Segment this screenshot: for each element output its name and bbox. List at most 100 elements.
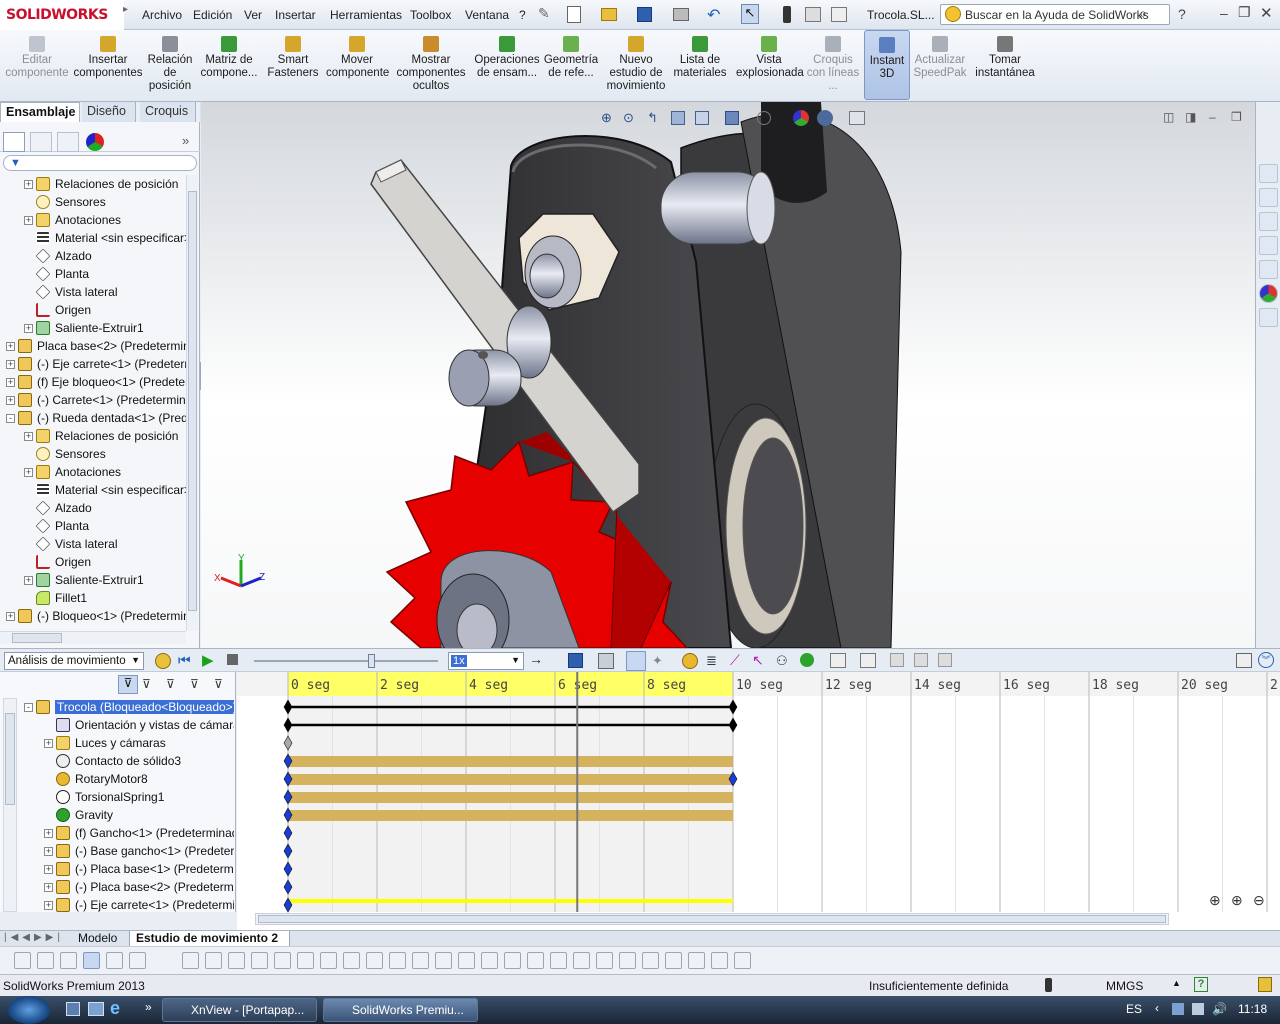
pin-icon[interactable]: ✎ bbox=[538, 5, 556, 23]
taskbar-app-1[interactable]: SolidWorks Premiu... bbox=[323, 998, 478, 1022]
expand-icon[interactable]: + bbox=[24, 215, 33, 225]
tray-network-icon[interactable] bbox=[1172, 1003, 1184, 1015]
expand-icon[interactable]: + bbox=[24, 431, 33, 441]
motion-tree-item[interactable]: Contacto de sólido3 bbox=[20, 752, 234, 770]
collapse-chevron-icon[interactable]: ︾ bbox=[1258, 652, 1274, 668]
filter-faces-icon[interactable] bbox=[37, 952, 54, 969]
scrollbar-thumb[interactable] bbox=[5, 713, 15, 805]
autokey-icon[interactable] bbox=[626, 651, 646, 671]
apply-scene-icon[interactable] bbox=[817, 110, 833, 126]
configuration-manager-tab-icon[interactable] bbox=[57, 132, 79, 152]
appearances-icon[interactable] bbox=[1259, 284, 1278, 303]
design-library-icon[interactable] bbox=[1259, 212, 1278, 231]
menu-item-1[interactable]: Edición bbox=[193, 8, 232, 22]
stretch-icon[interactable] bbox=[458, 952, 475, 969]
open-folder-icon[interactable] bbox=[601, 8, 617, 21]
filter-selected-icon[interactable]: ⊽ bbox=[166, 677, 175, 691]
feature-tree-item[interactable]: + (-) Eje carrete<1> (Predeterminado) bbox=[0, 355, 186, 373]
start-button-icon[interactable] bbox=[8, 996, 50, 1024]
new-document-icon[interactable] bbox=[567, 6, 581, 23]
scrollbar-thumb[interactable] bbox=[188, 191, 197, 611]
line-icon[interactable] bbox=[182, 952, 199, 969]
gravity-tool-icon[interactable] bbox=[800, 653, 814, 667]
feature-tree-item[interactable]: + Placa base<2> (Predeterminado) bbox=[0, 337, 186, 355]
zoom-to-fit-icon[interactable]: ⊕ bbox=[601, 110, 612, 126]
feature-tree-item[interactable]: + (-) Bloqueo<1> (Predeterminado) bbox=[0, 607, 186, 625]
file-explorer-icon[interactable] bbox=[1259, 236, 1278, 255]
minimize-window-icon[interactable]: – bbox=[1220, 5, 1228, 21]
search-icon[interactable]: ⌕ bbox=[1139, 5, 1147, 22]
damper-tool-icon[interactable]: ⟋ bbox=[730, 652, 740, 669]
show-desktop-icon[interactable] bbox=[66, 1002, 80, 1016]
tab-1[interactable]: Diseño bbox=[82, 102, 136, 122]
scale-entities-icon[interactable] bbox=[412, 952, 429, 969]
offset-icon[interactable] bbox=[320, 952, 337, 969]
feature-tree-item[interactable]: Planta bbox=[0, 517, 186, 535]
feature-bar[interactable] bbox=[288, 899, 733, 903]
feature-tree-item[interactable]: + Relaciones de posición bbox=[0, 175, 186, 193]
segment-icon[interactable] bbox=[688, 952, 705, 969]
autofit-icon[interactable]: ⊽ bbox=[214, 677, 223, 691]
feature-manager-tab-icon[interactable] bbox=[3, 132, 25, 152]
motion-tree-item[interactable]: Gravity bbox=[20, 806, 234, 824]
command-button-10[interactable]: Lista de materiales bbox=[670, 30, 730, 100]
command-button-7[interactable]: Operaciones de ensam... bbox=[472, 30, 542, 100]
copy-entities-icon[interactable] bbox=[435, 952, 452, 969]
viewport-restore-icon[interactable]: ❐ bbox=[1231, 110, 1242, 124]
feature-bar[interactable] bbox=[288, 792, 733, 803]
expand-icon[interactable]: + bbox=[44, 846, 53, 856]
motion-tree-item[interactable]: Orientación y vistas de cámara bbox=[20, 716, 234, 734]
expand-icon[interactable]: + bbox=[44, 828, 53, 838]
scrollbar-thumb[interactable] bbox=[12, 633, 62, 643]
status-help-icon[interactable]: ? bbox=[1194, 977, 1208, 992]
select-arrow-icon[interactable]: ↖ bbox=[741, 4, 759, 24]
view-orientation-icon[interactable] bbox=[695, 111, 709, 125]
results-plots-icon[interactable] bbox=[830, 653, 846, 668]
rectangle-icon[interactable] bbox=[228, 952, 245, 969]
extend-icon[interactable] bbox=[596, 952, 613, 969]
feature-tree-item[interactable]: + Relaciones de posición bbox=[0, 427, 186, 445]
filter-results-icon[interactable]: ⊽ bbox=[190, 677, 199, 691]
toggle-motion-panel-icon[interactable] bbox=[1236, 653, 1252, 668]
graphics-area[interactable]: ⊕ ⊙ ↰ ◫ ◨ – ❐ ✕ Y X Z bbox=[201, 102, 1265, 648]
command-button-0[interactable]: Editar componente bbox=[2, 30, 72, 100]
status-units[interactable]: MMGS bbox=[1106, 979, 1143, 993]
motion-tree-item[interactable]: + (-) Placa base<1> (Predeterminado) bbox=[20, 860, 234, 878]
playback-slider[interactable] bbox=[254, 660, 438, 662]
motion-tree-item[interactable]: + Luces y cámaras bbox=[20, 734, 234, 752]
tray-app-icon[interactable] bbox=[1192, 1003, 1204, 1015]
feature-tree-item[interactable]: + Anotaciones bbox=[0, 463, 186, 481]
command-button-14[interactable]: Actualizar SpeedPak bbox=[912, 30, 968, 100]
save-animation-icon[interactable] bbox=[568, 653, 583, 668]
feature-bar[interactable] bbox=[288, 810, 733, 821]
expand-icon[interactable]: + bbox=[24, 179, 33, 189]
feature-tree-item[interactable]: Material <sin especificar> bbox=[0, 481, 186, 499]
view-settings-icon[interactable] bbox=[849, 111, 865, 125]
rotate-entities-icon[interactable] bbox=[389, 952, 406, 969]
motor-tool-icon[interactable] bbox=[682, 653, 698, 669]
print-icon[interactable] bbox=[673, 8, 689, 21]
scrollbar-thumb[interactable] bbox=[258, 915, 1166, 923]
tray-expand-icon[interactable]: ‹ bbox=[1155, 1001, 1159, 1015]
feature-tree-item[interactable]: Vista lateral bbox=[0, 535, 186, 553]
feature-tree-item[interactable]: + Saliente-Extruir1 bbox=[0, 319, 186, 337]
convert-entities-icon[interactable] bbox=[619, 952, 636, 969]
bottom-tab-1[interactable]: Estudio de movimiento 2 bbox=[130, 931, 290, 946]
playback-mode-icon[interactable]: → bbox=[529, 651, 543, 667]
previous-view-icon[interactable]: ↰ bbox=[647, 110, 658, 126]
expand-icon[interactable]: + bbox=[44, 738, 53, 748]
feature-tree-item[interactable]: + Saliente-Extruir1 bbox=[0, 571, 186, 589]
zoom-to-fit-timeline-icon[interactable]: ⊕ bbox=[1209, 892, 1221, 909]
smart-dimension-icon[interactable] bbox=[205, 952, 222, 969]
feature-bar[interactable] bbox=[288, 774, 733, 785]
filter-toolbar-icon[interactable] bbox=[14, 952, 31, 969]
command-button-8[interactable]: Geometría de refe... bbox=[542, 30, 600, 100]
menu-item-5[interactable]: Toolbox bbox=[410, 8, 451, 22]
internet-explorer-icon[interactable]: e bbox=[110, 998, 120, 1019]
motion-tree-item[interactable]: + (f) Gancho<1> (Predeterminado) bbox=[20, 824, 234, 842]
sketch-fillet-icon[interactable] bbox=[251, 952, 268, 969]
section-view-icon[interactable] bbox=[671, 111, 685, 125]
feature-tree-item[interactable]: Origen bbox=[0, 301, 186, 319]
collapse-icon[interactable]: - bbox=[6, 413, 15, 423]
taskbar-overflow-icon[interactable]: » bbox=[145, 1000, 152, 1014]
